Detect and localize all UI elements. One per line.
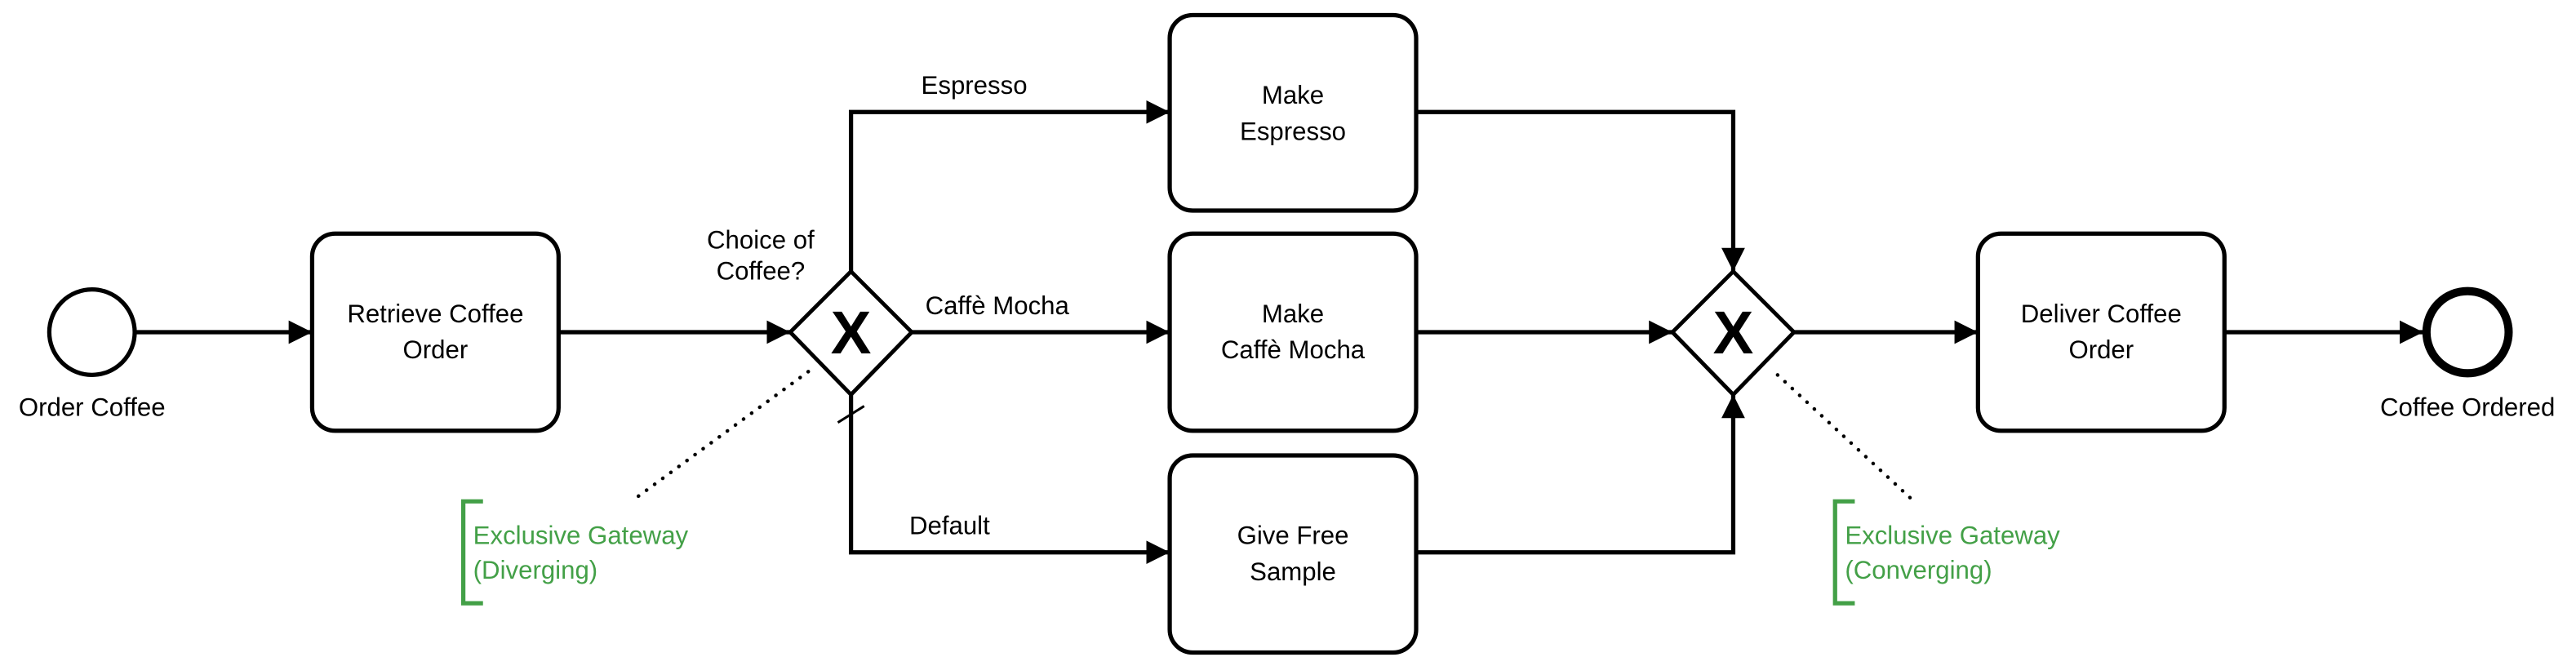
start-event-label: Order Coffee: [19, 393, 166, 422]
flow-label-default: Default: [909, 512, 990, 540]
task-label: Order: [2068, 335, 2134, 364]
task-make-espresso[interactable]: Make Espresso: [1167, 12, 1419, 213]
task-label: Deliver Coffee: [2021, 300, 2182, 328]
gateway-x-marker: X: [831, 299, 872, 366]
start-event[interactable]: [47, 287, 137, 377]
task-label: Caffè Mocha: [1221, 335, 1366, 364]
task-label: Sample: [1250, 557, 1336, 586]
end-event-label: Coffee Ordered: [2380, 393, 2555, 422]
annotation-text-diverging: Exclusive Gateway: [473, 522, 689, 550]
task-label: Make: [1262, 81, 1324, 109]
task-give-free-sample[interactable]: Give Free Sample: [1167, 453, 1419, 655]
end-event[interactable]: [2422, 286, 2513, 378]
annotation-bracket-converging: [1832, 499, 1855, 606]
task-label: Order: [403, 335, 469, 364]
task-label: Retrieve Coffee: [347, 300, 523, 328]
annotation-bracket-diverging: [460, 499, 483, 606]
exclusive-gateway-converging[interactable]: X: [1669, 269, 1797, 397]
gateway-question: Choice of: [707, 225, 815, 254]
annotation-text-converging: Exclusive Gateway: [1845, 522, 2060, 550]
flow-sample-to-merge[interactable]: [1415, 394, 1745, 555]
bpmn-diagram: Espresso Caffè Mocha Default Order Coffe…: [19, 12, 2555, 655]
flow-label-espresso: Espresso: [922, 71, 1028, 100]
gateway-x-marker: X: [1713, 299, 1754, 366]
annotation-text-diverging: (Diverging): [473, 556, 598, 584]
gateway-question: Coffee?: [717, 257, 806, 286]
task-make-caffe-mocha[interactable]: Make Caffè Mocha: [1167, 231, 1419, 433]
annotation-text-converging: (Converging): [1845, 556, 1992, 584]
task-label: Give Free: [1237, 522, 1349, 550]
association-converging: [1775, 373, 1915, 502]
task-label: Make: [1262, 300, 1324, 328]
flow-espresso[interactable]: [848, 100, 1170, 272]
exclusive-gateway-diverging[interactable]: X: [787, 269, 915, 397]
flow-espresso-to-merge[interactable]: [1415, 109, 1745, 272]
task-deliver-coffee-order[interactable]: Deliver Coffee Order: [1975, 231, 2227, 433]
flow-default[interactable]: [848, 394, 1170, 565]
flow-label-mocha: Caffè Mocha: [926, 291, 1070, 320]
association-diverging: [633, 370, 811, 500]
task-retrieve-coffee-order[interactable]: Retrieve Coffee Order: [309, 231, 561, 433]
task-label: Espresso: [1240, 118, 1346, 146]
